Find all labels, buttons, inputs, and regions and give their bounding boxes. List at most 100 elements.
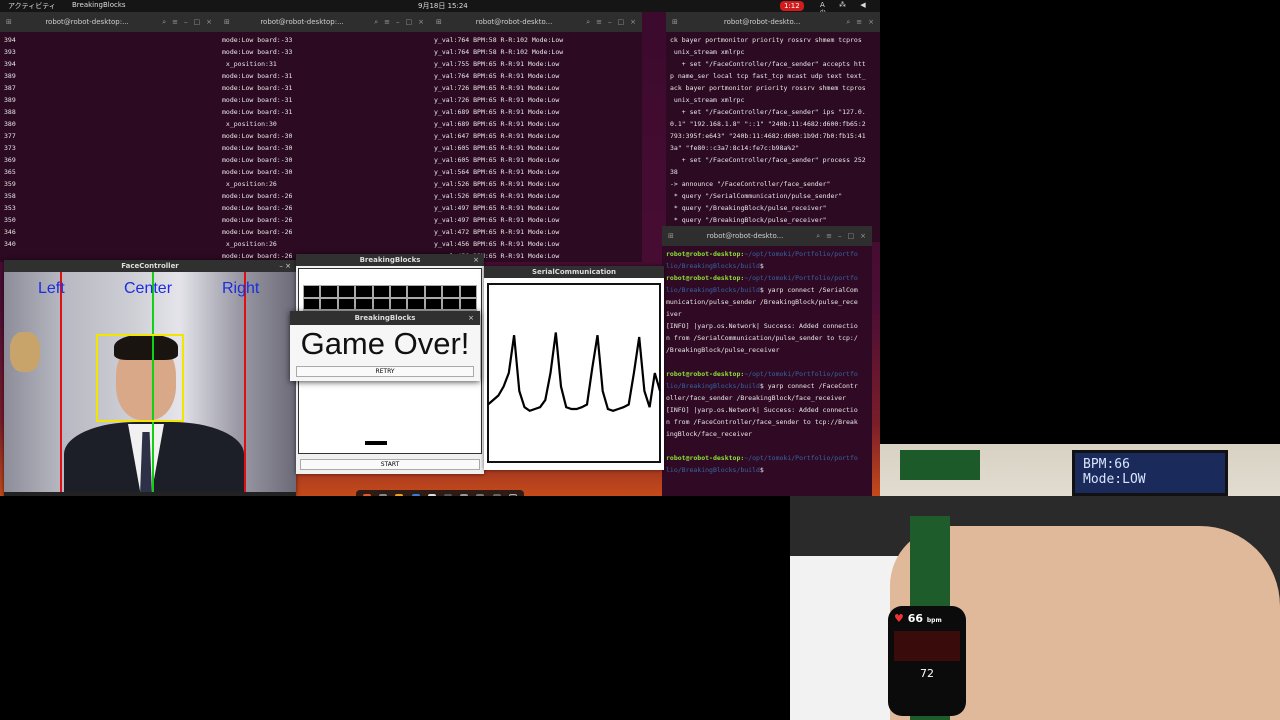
terminal-titlebar[interactable]: ⊞ robot@robot-deskto... ⌕ ≡ × <box>666 12 880 32</box>
block <box>407 285 425 298</box>
terminal-line: ack bayer portmonitor priority rossrv sh… <box>670 84 866 92</box>
app-icon[interactable] <box>460 494 469 496</box>
block <box>424 297 443 311</box>
terminal-titlebar[interactable]: ⊞ robot@robot-deskto... ⌕ ≡ – □ × <box>430 12 642 32</box>
block <box>390 285 408 298</box>
retry-button[interactable]: RETRY <box>296 366 474 377</box>
terminal-titlebar[interactable]: ⊞ robot@robot-desktop:... ⌕ ≡ – □ × <box>218 12 430 32</box>
close-icon[interactable]: × <box>473 254 479 266</box>
dock <box>356 490 524 496</box>
terminal-output[interactable]: robot@robot-desktop:~/opt/tomoki/Portfol… <box>662 246 872 478</box>
vscode-icon[interactable] <box>411 494 420 496</box>
terminal-titlebar[interactable]: ⊞ robot@robot-desktop:... ⌕ ≡ – □ × <box>0 12 218 32</box>
block <box>442 297 460 311</box>
minimize-icon[interactable]: – <box>838 232 842 240</box>
window-titlebar[interactable]: BreakingBlocks × <box>296 254 484 266</box>
pulse-waveform-chart <box>487 283 662 463</box>
line-text <box>666 358 670 366</box>
desktop: ⊞ robot@robot-desktop:... ⌕ ≡ – □ × 394 3… <box>0 12 880 496</box>
menu-icon[interactable]: ≡ <box>172 18 178 26</box>
maximize-icon[interactable]: □ <box>406 18 413 26</box>
app-menu[interactable]: BreakingBlocks <box>72 1 126 9</box>
serial-communication-window[interactable]: SerialCommunication <box>484 266 664 470</box>
show-apps-icon[interactable] <box>508 494 517 496</box>
search-icon[interactable]: ⌕ <box>846 18 850 27</box>
terminal-line: y_val:497 BPM:65 R-R:91 Mode:Low <box>434 216 560 224</box>
menu-icon[interactable]: ≡ <box>826 232 832 240</box>
block <box>355 297 373 311</box>
game-over-message: Game Over! <box>300 326 470 361</box>
window-titlebar[interactable]: FaceController – × <box>4 260 296 272</box>
face-controller-window[interactable]: FaceController – × Left Center Right <box>4 260 296 496</box>
search-icon[interactable]: ⌕ <box>162 18 166 27</box>
block <box>303 285 321 298</box>
new-tab-icon[interactable]: ⊞ <box>224 18 230 26</box>
search-icon[interactable]: ⌕ <box>816 232 820 241</box>
new-tab-icon[interactable]: ⊞ <box>6 18 12 26</box>
files-icon[interactable] <box>379 494 388 496</box>
terminal-line: 394 <box>4 60 16 68</box>
maximize-icon[interactable]: □ <box>618 18 625 26</box>
close-icon[interactable]: × <box>860 232 866 240</box>
terminal-window-3[interactable]: ⊞ robot@robot-deskto... ⌕ ≡ – □ × y_val:… <box>430 12 642 262</box>
minimize-icon[interactable]: – <box>608 18 612 26</box>
close-icon[interactable]: × <box>868 18 874 26</box>
terminal-line: mode:Low board:-26 <box>222 192 293 200</box>
terminal-line: 388 <box>4 108 16 116</box>
search-icon[interactable]: ⌕ <box>374 18 378 27</box>
close-icon[interactable]: × <box>468 311 474 325</box>
close-icon[interactable]: – × <box>279 260 291 272</box>
activities-button[interactable]: アクティビティ <box>8 1 56 11</box>
prompt-user: robot@robot-desktop: <box>666 454 745 462</box>
terminal-title: robot@robot-deskto... <box>475 18 553 26</box>
terminal-line: 340 <box>4 240 16 248</box>
zone-label-left: Left <box>38 280 65 297</box>
window-titlebar[interactable]: SerialCommunication <box>484 266 664 278</box>
maximize-icon[interactable]: □ <box>848 232 855 240</box>
minimize-icon[interactable]: – <box>184 18 188 26</box>
terminal-window-4[interactable]: ⊞ robot@robot-deskto... ⌕ ≡ × ck bayer p… <box>666 12 880 242</box>
close-icon[interactable]: × <box>206 18 212 26</box>
new-tab-icon[interactable]: ⊞ <box>436 18 442 26</box>
block <box>424 285 443 298</box>
dialog-titlebar[interactable]: BreakingBlocks × <box>290 311 480 325</box>
zone-line-right <box>244 272 246 492</box>
app-icon[interactable] <box>476 494 485 496</box>
line-text <box>666 442 670 450</box>
new-tab-icon[interactable]: ⊞ <box>672 18 678 26</box>
block <box>407 297 425 311</box>
clock[interactable]: 9月18日 15:24 <box>418 1 468 11</box>
menu-icon[interactable]: ≡ <box>384 18 390 26</box>
line-text: n from /SerialCommunication/pulse_sender… <box>666 334 858 342</box>
terminal-line: mode:Low board:-31 <box>222 72 293 80</box>
terminal-title: robot@robot-desktop:... <box>45 18 129 26</box>
text-editor-icon[interactable] <box>427 494 436 496</box>
heart-rate-graph <box>894 631 960 661</box>
terminal-icon[interactable] <box>444 494 453 496</box>
chrome-icon[interactable] <box>395 494 404 496</box>
terminal-line: mode:Low board:-30 <box>222 144 293 152</box>
close-icon[interactable]: × <box>418 18 424 26</box>
line-text: /BreakingBlock/pulse_receiver <box>666 346 780 354</box>
paddle <box>365 441 387 445</box>
app-icon[interactable] <box>492 494 501 496</box>
terminal-line: y_val:755 BPM:65 R-R:91 Mode:Low <box>434 60 560 68</box>
terminal-window-2[interactable]: ⊞ robot@robot-desktop:... ⌕ ≡ – □ × mode… <box>218 12 430 262</box>
maximize-icon[interactable]: □ <box>194 18 201 26</box>
recording-indicator[interactable]: 1:12 <box>780 1 804 11</box>
menu-icon[interactable]: ≡ <box>596 18 602 26</box>
terminal-window-5[interactable]: ⊞ robot@robot-deskto... ⌕ ≡ – □ × robot@… <box>662 226 872 496</box>
close-icon[interactable]: × <box>630 18 636 26</box>
search-icon[interactable]: ⌕ <box>586 18 590 27</box>
new-tab-icon[interactable]: ⊞ <box>668 232 674 240</box>
menu-icon[interactable]: ≡ <box>856 18 862 26</box>
terminal-line: ingBlock/face_receiver <box>666 428 868 440</box>
terminal-window-1[interactable]: ⊞ robot@robot-desktop:... ⌕ ≡ – □ × 394 3… <box>0 12 218 262</box>
start-button[interactable]: START <box>300 459 480 470</box>
game-over-dialog[interactable]: BreakingBlocks × Game Over! RETRY <box>290 311 480 381</box>
zone-label-right: Right <box>222 280 260 297</box>
minimize-icon[interactable]: – <box>396 18 400 26</box>
terminal-titlebar[interactable]: ⊞ robot@robot-deskto... ⌕ ≡ – □ × <box>662 226 872 246</box>
terminal-line: y_val:497 BPM:65 R-R:91 Mode:Low <box>434 204 560 212</box>
firefox-icon[interactable] <box>363 494 372 496</box>
